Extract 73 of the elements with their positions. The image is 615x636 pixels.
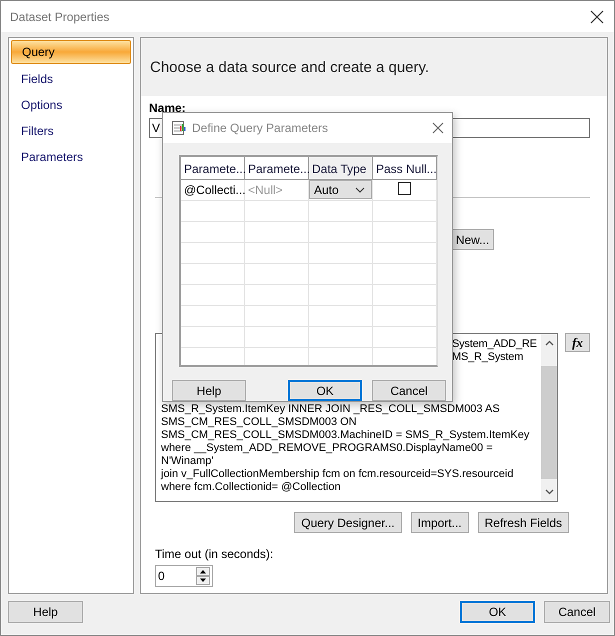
window-title: Dataset Properties xyxy=(10,10,110,24)
table-cell[interactable] xyxy=(181,222,245,243)
action-button[interactable]: Query Designer... xyxy=(294,512,402,533)
query-line: where __System_ADD_REMOVE_PROGRAMS0.DisplayName00 = xyxy=(161,442,494,455)
chevron-down-icon[interactable] xyxy=(544,489,554,495)
table-icon xyxy=(171,120,187,136)
column-header[interactable]: Pass Null... xyxy=(373,157,437,180)
table-cell[interactable] xyxy=(373,264,437,285)
close-icon[interactable] xyxy=(590,10,604,24)
timeout-label: Time out (in seconds): xyxy=(155,547,274,561)
checkbox[interactable] xyxy=(398,182,411,195)
sidebar-item[interactable]: Filters xyxy=(11,120,131,142)
table-cell[interactable] xyxy=(309,222,373,243)
header-text: Choose a data source and create a query. xyxy=(150,58,430,76)
table-cell[interactable] xyxy=(181,327,245,348)
table-cell[interactable] xyxy=(181,201,245,222)
column-header[interactable]: Data Type xyxy=(309,157,373,180)
query-line: MS_R_System xyxy=(452,351,524,364)
table-cell[interactable] xyxy=(373,285,437,306)
timeout-spinner[interactable]: 0 xyxy=(155,565,213,587)
table-cell[interactable] xyxy=(309,306,373,327)
action-button[interactable]: Refresh Fields xyxy=(478,512,569,533)
query-line: where fcm.Collectionid= @Collection xyxy=(161,481,342,494)
table-cell[interactable] xyxy=(309,327,373,348)
data-type-dropdown[interactable]: Auto xyxy=(309,180,372,199)
table-cell[interactable] xyxy=(245,306,309,327)
query-line: join v_FullCollectionMembership fcm on fcm.resourceid=SYS.resourceid xyxy=(161,468,514,481)
table-cell[interactable]: @Collecti... xyxy=(181,180,245,201)
query-line: SMS_CM_RES_COLL_SMSDM003 ON xyxy=(161,416,358,429)
dialog-button[interactable]: OK xyxy=(460,601,535,623)
dialog-title: Define Query Parameters xyxy=(192,121,330,135)
scroll-thumb[interactable] xyxy=(541,366,557,479)
dialog-button[interactable]: Help xyxy=(172,380,246,401)
table-cell[interactable] xyxy=(373,306,437,327)
scrollbar[interactable] xyxy=(541,334,557,501)
action-button[interactable]: Import... xyxy=(410,512,469,533)
table-cell[interactable] xyxy=(181,306,245,327)
table-cell[interactable] xyxy=(309,285,373,306)
query-line: SMS_CM_RES_COLL_SMSDM003.MachineID = SMS_R_System.ItemKey xyxy=(161,429,530,442)
dialog-button[interactable]: Cancel xyxy=(372,380,446,401)
new-button[interactable]: New... xyxy=(452,229,494,250)
query-line: System_ADD_RE xyxy=(452,338,538,351)
dialog-button[interactable]: Help xyxy=(8,601,83,623)
table-cell[interactable] xyxy=(373,327,437,348)
expression-button[interactable]: fx xyxy=(565,333,590,352)
table-cell[interactable] xyxy=(245,222,309,243)
dialog-button[interactable]: Cancel xyxy=(544,601,610,623)
table-cell[interactable] xyxy=(309,201,373,222)
chevron-up-icon[interactable] xyxy=(544,340,554,346)
table-cell[interactable] xyxy=(309,243,373,264)
query-line: N'Winamp' xyxy=(161,455,214,468)
close-icon[interactable] xyxy=(432,122,444,134)
table-cell[interactable] xyxy=(181,285,245,306)
table-cell[interactable] xyxy=(373,201,437,222)
sidebar-item[interactable]: Fields xyxy=(11,68,131,90)
table-cell[interactable] xyxy=(245,264,309,285)
query-line: SMS_R_System.ItemKey INNER JOIN _RES_COLL_SMSDM003 AS xyxy=(161,403,501,416)
table-cell[interactable] xyxy=(245,285,309,306)
table-cell[interactable] xyxy=(181,264,245,285)
table-cell[interactable] xyxy=(181,243,245,264)
table-cell[interactable] xyxy=(373,222,437,243)
chevron-down-icon xyxy=(355,186,365,192)
sidebar-item[interactable]: Options xyxy=(11,94,131,116)
table-cell[interactable] xyxy=(373,243,437,264)
sidebar-item[interactable]: Parameters xyxy=(11,146,131,168)
dialog-button[interactable]: OK xyxy=(288,380,362,401)
name-label: Name: xyxy=(149,101,187,115)
table-cell[interactable] xyxy=(309,264,373,285)
table-cell[interactable] xyxy=(245,327,309,348)
table-cell[interactable] xyxy=(245,201,309,222)
column-header[interactable]: Paramete... xyxy=(181,157,245,180)
sidebar-item[interactable]: Query xyxy=(11,40,131,64)
table-cell[interactable] xyxy=(245,243,309,264)
